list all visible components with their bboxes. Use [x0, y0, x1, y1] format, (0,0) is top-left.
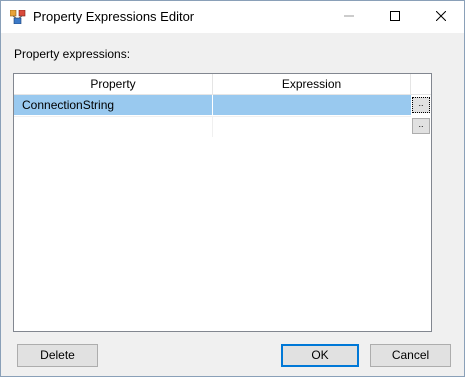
ok-button[interactable]: OK [281, 344, 359, 367]
property-expressions-editor-dialog: Property Expressions Editor Property exp… [0, 0, 465, 377]
property-expressions-label: Property expressions: [14, 47, 131, 61]
expression-builder-button[interactable]: .. [412, 118, 430, 134]
ssis-package-icon [9, 9, 26, 25]
cancel-button[interactable]: Cancel [370, 344, 451, 367]
title-bar[interactable]: Property Expressions Editor [1, 1, 464, 33]
minimize-button[interactable] [326, 1, 372, 33]
property-cell[interactable]: ConnectionString [14, 95, 213, 115]
expression-builder-button[interactable]: .. [412, 97, 430, 113]
table-row[interactable]: ConnectionString [14, 95, 411, 115]
column-header-expression[interactable]: Expression [213, 74, 411, 94]
expression-cell[interactable] [213, 117, 411, 137]
close-icon [435, 8, 447, 26]
window-title: Property Expressions Editor [33, 9, 195, 24]
property-cell[interactable] [14, 117, 213, 137]
maximize-button[interactable] [372, 1, 418, 33]
minimize-icon [344, 8, 354, 26]
column-header-property[interactable]: Property [14, 74, 213, 94]
expression-cell[interactable] [213, 95, 411, 115]
close-button[interactable] [418, 1, 464, 33]
grid-header: Property Expression [14, 74, 431, 95]
table-row[interactable] [14, 116, 411, 137]
column-header-button [411, 74, 431, 94]
maximize-icon [390, 8, 400, 26]
delete-button[interactable]: Delete [17, 344, 98, 367]
property-expressions-grid[interactable]: Property Expression ConnectionString .. … [13, 73, 432, 332]
